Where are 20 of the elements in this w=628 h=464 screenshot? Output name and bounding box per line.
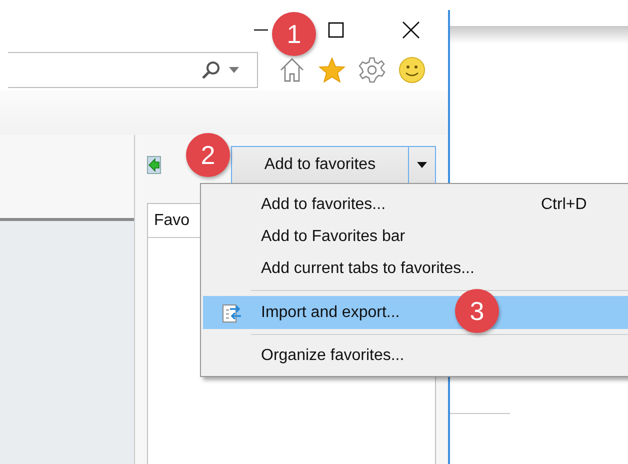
column-header: Favo <box>154 212 190 230</box>
smiley-icon[interactable] <box>398 56 426 84</box>
menu-item[interactable]: Add to favorites... Ctrl+D <box>203 189 628 221</box>
caret-icon <box>417 162 427 168</box>
home-icon[interactable] <box>278 56 306 84</box>
maximize-icon <box>328 22 344 38</box>
dropdown-arrow-icon <box>229 67 239 73</box>
search-field[interactable] <box>8 52 258 88</box>
arrow-left-icon <box>148 158 160 172</box>
menu-item[interactable]: Organize favorites... <box>203 340 628 372</box>
shortcut-label: Ctrl+D <box>541 196 587 214</box>
search-icon <box>201 60 221 80</box>
menu-item[interactable]: Add to Favorites bar <box>203 221 628 253</box>
close-icon <box>402 21 420 39</box>
add-to-favorites-button[interactable]: Add to favorites <box>232 147 409 183</box>
menu-item[interactable]: Add current tabs to favorites... <box>203 253 628 285</box>
pin-button[interactable] <box>147 156 161 174</box>
dropdown-button[interactable] <box>409 147 435 183</box>
settings-icon[interactable] <box>358 56 386 84</box>
star-icon[interactable] <box>318 56 346 84</box>
